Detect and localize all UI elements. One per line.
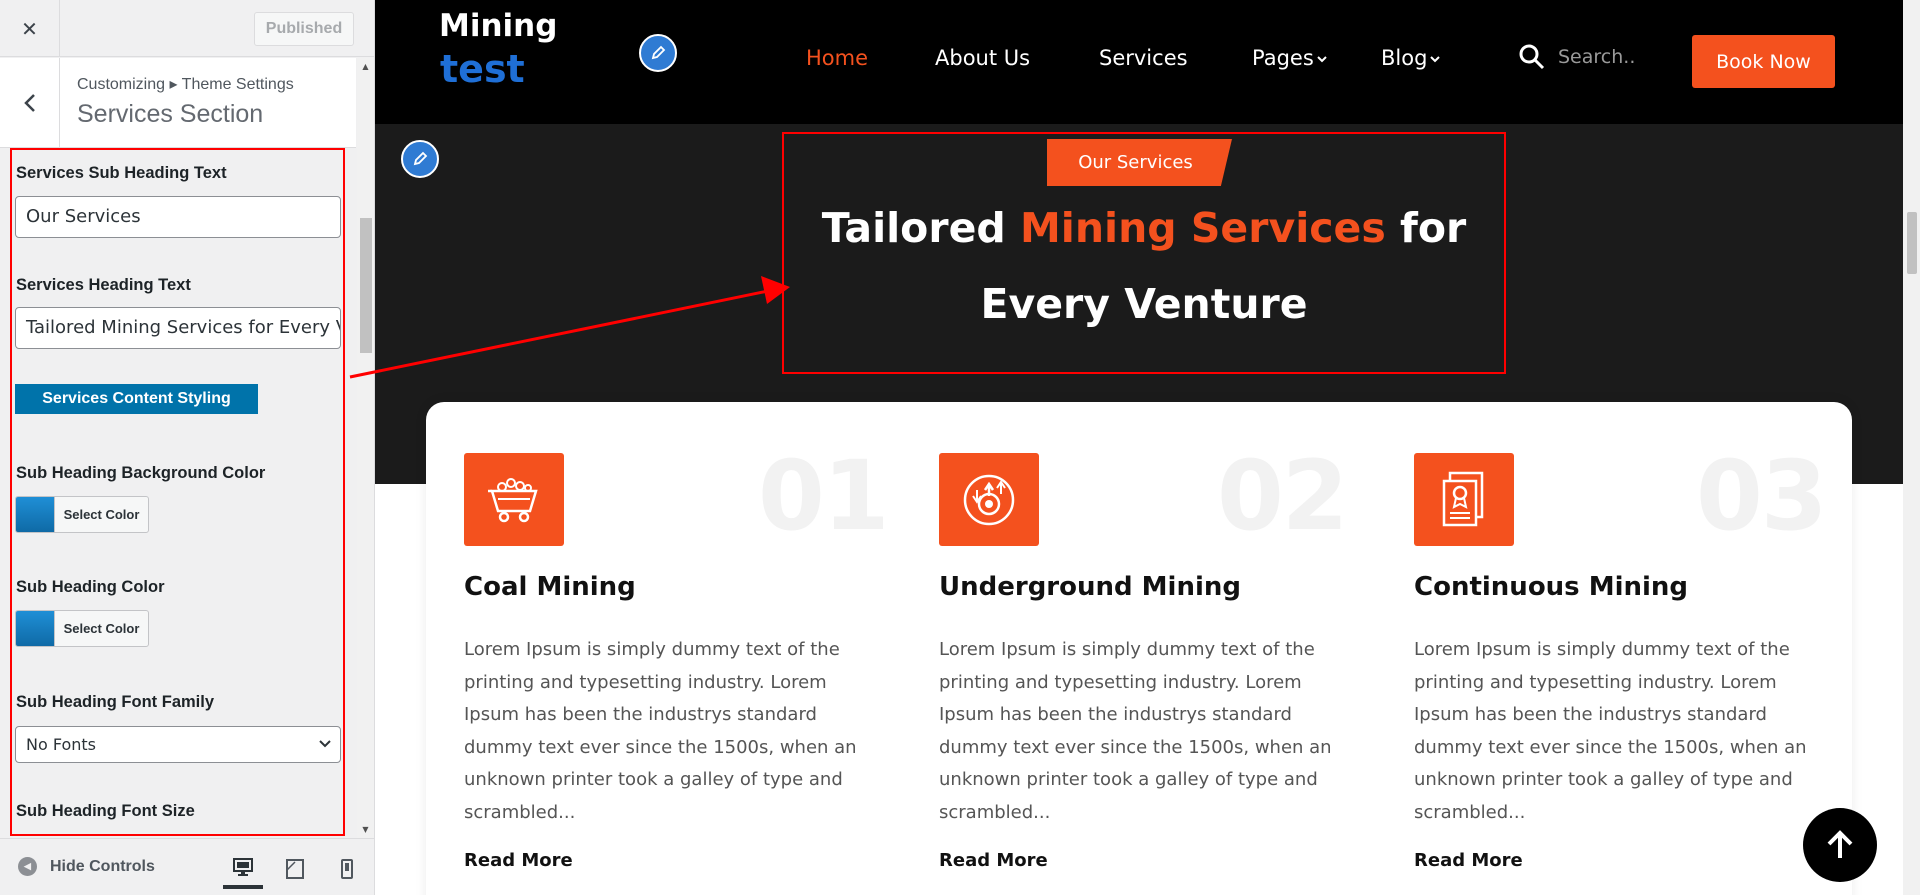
gear-cycle-icon	[939, 453, 1039, 546]
card-title: Underground Mining	[939, 572, 1241, 602]
card-number: 01	[758, 440, 890, 552]
sub-heading-text-label: Services Sub Heading Text	[16, 164, 227, 182]
color-swatch	[16, 497, 54, 532]
mining-cart-icon	[464, 453, 564, 546]
site-logo-line2[interactable]: test	[440, 47, 525, 91]
breadcrumb: Customizing ▸ Theme Settings	[77, 76, 294, 93]
nav-pages[interactable]: Pages	[1252, 46, 1328, 70]
collapse-arrow-icon: ◀	[18, 857, 37, 876]
sub-heading-color-picker[interactable]: Select Color	[15, 610, 149, 647]
sub-heading-bg-color-picker[interactable]: Select Color	[15, 496, 149, 533]
heading-highlight: Mining Services	[1020, 204, 1386, 252]
preview-scrollbar[interactable]	[1903, 0, 1920, 895]
customizer-sidebar: ✕ Published Customizing ▸ Theme Settings…	[0, 0, 375, 895]
read-more-link[interactable]: Read More	[939, 850, 1048, 871]
book-now-button[interactable]: Book Now	[1692, 35, 1835, 88]
sidebar-scrollbar[interactable]: ▲ ▼	[357, 58, 374, 838]
nav-services[interactable]: Services	[1099, 46, 1188, 70]
service-card: 03 Continuous Mining Lorem Ipsum is simp…	[1414, 402, 1828, 895]
services-heading: Tailored Mining Services for Every Ventu…	[782, 190, 1506, 342]
nav-blog-label: Blog	[1381, 46, 1428, 70]
heading-part-1: Tailored	[821, 204, 1020, 252]
services-sub-heading: Our Services	[1047, 139, 1232, 186]
chevron-down-icon	[318, 727, 332, 774]
section-title: Services Section	[77, 100, 264, 128]
card-number: 02	[1217, 440, 1349, 552]
nav-home[interactable]: Home	[806, 46, 868, 70]
scrollbar-thumb[interactable]	[360, 218, 372, 353]
select-color-label: Select Color	[54, 611, 148, 646]
sub-heading-font-family-select[interactable]: No Fonts	[15, 726, 341, 763]
sub-heading-bg-color-label: Sub Heading Background Color	[16, 464, 266, 482]
close-icon: ✕	[21, 16, 38, 41]
services-cards: 01 Coal Mining Lorem Ipsum is simply dum…	[426, 402, 1852, 895]
section-header: Customizing ▸ Theme Settings Services Se…	[0, 58, 356, 148]
chevron-down-icon	[1317, 56, 1327, 63]
desktop-icon	[233, 858, 253, 876]
hide-controls-label: Hide Controls	[50, 857, 155, 875]
site-preview: Mining test Home About Us Services Pages…	[375, 0, 1920, 895]
card-title: Coal Mining	[464, 572, 636, 602]
edit-services-shortcut[interactable]	[401, 140, 439, 178]
card-text: Lorem Ipsum is simply dummy text of the …	[939, 639, 1332, 823]
scroll-down-icon[interactable]: ▼	[357, 821, 374, 838]
site-header: Mining test Home About Us Services Pages…	[375, 0, 1920, 124]
chevron-down-icon	[1430, 56, 1441, 63]
edit-logo-shortcut[interactable]	[639, 34, 677, 72]
desktop-preview-button[interactable]	[223, 849, 263, 889]
nav-pages-label: Pages	[1252, 46, 1314, 70]
published-button[interactable]: Published	[254, 12, 354, 46]
preview-scrollbar-thumb[interactable]	[1907, 212, 1917, 274]
mobile-icon	[341, 859, 353, 879]
tablet-icon	[286, 859, 304, 879]
back-button[interactable]	[0, 58, 60, 148]
pencil-icon	[651, 45, 666, 60]
sub-heading-text-input[interactable]: Our Services	[15, 196, 341, 238]
certificate-document-icon	[1414, 453, 1514, 546]
customizer-footer: ◀ Hide Controls	[0, 838, 374, 895]
card-title: Continuous Mining	[1414, 572, 1689, 602]
mobile-preview-button[interactable]	[327, 849, 367, 889]
read-more-link[interactable]: Read More	[464, 850, 573, 871]
select-value: No Fonts	[26, 735, 97, 754]
sub-heading-color-label: Sub Heading Color	[16, 578, 165, 596]
color-swatch	[16, 611, 54, 646]
tablet-preview-button[interactable]	[275, 849, 315, 889]
controls-panel-highlight: Services Sub Heading Text Our Services S…	[10, 148, 345, 836]
pencil-icon	[413, 151, 428, 166]
service-card: 01 Coal Mining Lorem Ipsum is simply dum…	[464, 402, 890, 895]
nav-blog[interactable]: Blog	[1381, 46, 1441, 70]
chevron-left-icon	[23, 94, 35, 112]
search-icon[interactable]	[1518, 43, 1546, 71]
heading-text-input[interactable]: Tailored Mining Services for Every Ventu…	[15, 307, 341, 349]
sub-heading-font-size-label: Sub Heading Font Size	[16, 802, 195, 820]
nav-about-us[interactable]: About Us	[935, 46, 1030, 70]
select-color-label: Select Color	[54, 497, 148, 532]
scroll-up-icon[interactable]: ▲	[357, 58, 374, 75]
app-window: ✕ Published Customizing ▸ Theme Settings…	[0, 0, 1920, 895]
read-more-link[interactable]: Read More	[1414, 850, 1523, 871]
sub-heading-font-family-label: Sub Heading Font Family	[16, 693, 215, 711]
close-customizer-button[interactable]: ✕	[0, 0, 60, 57]
site-search[interactable]: Search..	[1518, 43, 1635, 71]
hide-controls-button[interactable]: ◀ Hide Controls	[18, 857, 155, 876]
arrow-up-icon	[1827, 830, 1853, 858]
site-logo-line1[interactable]: Mining	[439, 8, 557, 44]
scroll-to-top-button[interactable]	[1803, 808, 1877, 882]
search-input[interactable]: Search..	[1558, 46, 1635, 68]
services-content-styling-button[interactable]: Services Content Styling	[15, 384, 258, 414]
card-text: Lorem Ipsum is simply dummy text of the …	[464, 639, 857, 823]
customizer-header: ✕ Published	[0, 0, 374, 57]
service-card: 02 Underground Mining Lorem Ipsum is sim…	[939, 402, 1349, 895]
card-number: 03	[1696, 440, 1828, 552]
card-text: Lorem Ipsum is simply dummy text of the …	[1414, 639, 1807, 823]
heading-text-label: Services Heading Text	[16, 276, 191, 294]
